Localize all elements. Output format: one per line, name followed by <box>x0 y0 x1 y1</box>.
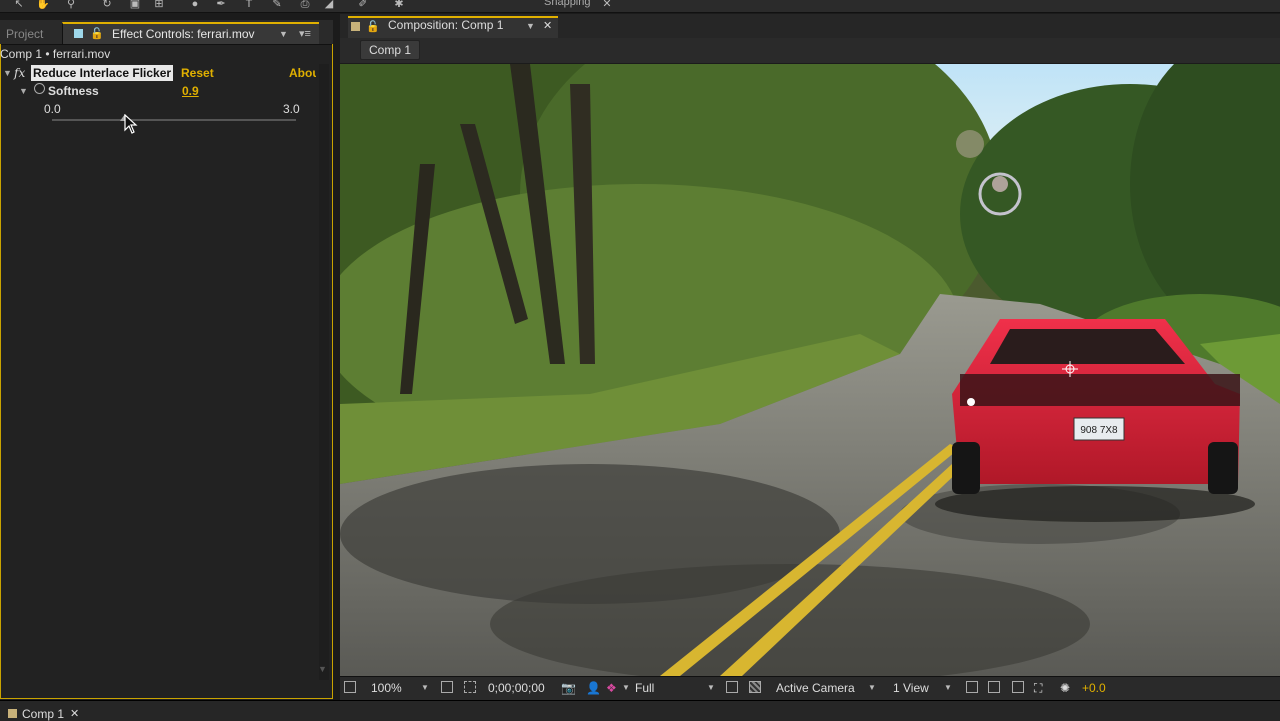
active-panel-frame <box>0 44 333 699</box>
effect-expand-triangle-icon[interactable]: ▼ <box>3 64 12 82</box>
channels-icon[interactable]: ❖ <box>606 679 617 697</box>
reset-button[interactable]: Reset <box>181 64 214 82</box>
softness-label: Softness <box>48 84 99 98</box>
resolution-select[interactable]: Full <box>635 679 654 697</box>
puppet-tool-icon[interactable]: ✱ <box>392 0 406 10</box>
tab-project[interactable]: Project <box>0 24 66 44</box>
zoom-dropdown-icon[interactable]: ▼ <box>421 679 429 697</box>
video-frame-image: 908 7X8 <box>340 64 1280 676</box>
channels-dropdown-icon[interactable]: ▼ <box>622 679 630 697</box>
snapping-toggle-icon[interactable]: ✕ <box>600 0 614 10</box>
snapping-label[interactable]: Snapping <box>544 0 591 8</box>
close-tab-icon[interactable]: ✕ <box>543 19 552 32</box>
timeline-color-swatch-icon <box>8 709 17 718</box>
transparency-grid-icon[interactable] <box>749 681 761 693</box>
softness-value[interactable]: 0.9 <box>182 82 199 100</box>
tab-effect-controls-label: Effect Controls: ferrari.mov <box>112 27 255 41</box>
fit-frame-icon[interactable] <box>441 681 453 693</box>
lock-icon[interactable]: 🔓 <box>90 24 104 44</box>
exposure-value[interactable]: +0.0 <box>1082 679 1106 697</box>
show-snapshot-icon[interactable]: 👤 <box>586 679 601 697</box>
eraser-tool-icon[interactable]: ◢ <box>322 0 336 10</box>
scroll-down-arrow-icon[interactable]: ▼ <box>318 664 327 674</box>
composition-dropdown-icon[interactable]: ▼ <box>526 21 535 31</box>
panel-menu-icon[interactable]: ▾≡ <box>299 24 311 44</box>
composition-color-swatch-icon <box>351 22 360 31</box>
brush-tool-icon[interactable]: ✎ <box>270 0 284 10</box>
selection-tool-icon[interactable]: ↖ <box>12 0 26 10</box>
timeline-tab-label[interactable]: Comp 1 <box>22 707 64 721</box>
stopwatch-icon[interactable] <box>34 83 45 94</box>
flowchart-icon[interactable]: ⛶ <box>1034 679 1042 697</box>
comp-navigator-button[interactable]: Comp 1 <box>360 40 421 60</box>
view-layout-dropdown-icon[interactable]: ▼ <box>944 679 952 697</box>
license-plate: 908 7X8 <box>1080 425 1118 436</box>
view-layout-select[interactable]: 1 View <box>893 679 929 697</box>
about-button[interactable]: About <box>289 64 316 82</box>
left-panel-scrollbar[interactable] <box>319 64 329 680</box>
comp-layer-title: Comp 1 • ferrari.mov <box>0 47 111 61</box>
mouse-cursor-icon <box>124 114 138 134</box>
camera-tool-icon[interactable]: ▣ <box>128 0 142 10</box>
fast-previews-icon[interactable] <box>988 681 1000 693</box>
composition-viewer[interactable]: 908 7X8 <box>340 64 1280 676</box>
composition-tab-label: Composition: Comp 1 <box>388 18 504 32</box>
timeline-icon[interactable] <box>1012 681 1024 693</box>
timeline-tab-bar: Comp 1 ✕ <box>0 700 1280 721</box>
roto-brush-tool-icon[interactable]: ✐ <box>356 0 370 10</box>
effect-name[interactable]: Reduce Interlace Flicker <box>31 65 174 81</box>
mask-tool-icon[interactable]: ● <box>188 0 202 10</box>
reset-exposure-icon[interactable]: ✺ <box>1060 679 1070 697</box>
hand-tool-icon[interactable]: ✋ <box>36 0 50 10</box>
resolution-dropdown-icon[interactable]: ▼ <box>707 679 715 697</box>
zoom-tool-icon[interactable]: ⚲ <box>64 0 78 10</box>
fx-toggle-icon[interactable]: fx <box>14 64 25 82</box>
tab-effect-controls[interactable]: 🔓 Effect Controls: ferrari.mov ▼ ▾≡ <box>62 22 319 44</box>
type-tool-icon[interactable]: T <box>242 0 256 10</box>
slider-min-label: 0.0 <box>44 102 61 116</box>
pen-tool-icon[interactable]: ✒ <box>214 0 228 10</box>
layer-color-swatch-icon <box>74 29 83 38</box>
slider-max-label: 3.0 <box>283 102 300 116</box>
composition-navigator-bar <box>340 38 1280 63</box>
tools-toolbar: ↖ ✋ ⚲ ↻ ▣ ⊞ ● ✒ T ✎ ⎙ ◢ ✐ ✱ Snapping ✕ <box>0 0 1280 13</box>
camera-dropdown-icon[interactable]: ▼ <box>868 679 876 697</box>
snapshot-camera-icon[interactable]: 📷 <box>561 679 576 697</box>
tab-dropdown-icon[interactable]: ▼ <box>279 24 288 44</box>
zoom-level[interactable]: 100% <box>371 679 402 697</box>
composition-lock-icon[interactable]: 🔓 <box>366 20 380 33</box>
camera-view-select[interactable]: Active Camera <box>776 679 855 697</box>
softness-slider-track[interactable] <box>52 119 296 121</box>
safe-margins-icon[interactable] <box>464 681 476 693</box>
region-of-interest-icon[interactable] <box>726 681 738 693</box>
clone-stamp-tool-icon[interactable]: ⎙ <box>298 0 312 10</box>
toggle-pixel-aspect-icon[interactable] <box>966 681 978 693</box>
current-timecode[interactable]: 0;00;00;00 <box>488 679 545 697</box>
left-panel-tab-bar: Project 🔓 Effect Controls: ferrari.mov ▼… <box>0 20 333 45</box>
softness-expand-triangle-icon[interactable]: ▼ <box>19 82 28 100</box>
close-timeline-tab-icon[interactable]: ✕ <box>70 707 79 720</box>
rotate-tool-icon[interactable]: ↻ <box>100 0 114 10</box>
pan-behind-tool-icon[interactable]: ⊞ <box>152 0 166 10</box>
always-preview-icon[interactable] <box>344 681 356 693</box>
